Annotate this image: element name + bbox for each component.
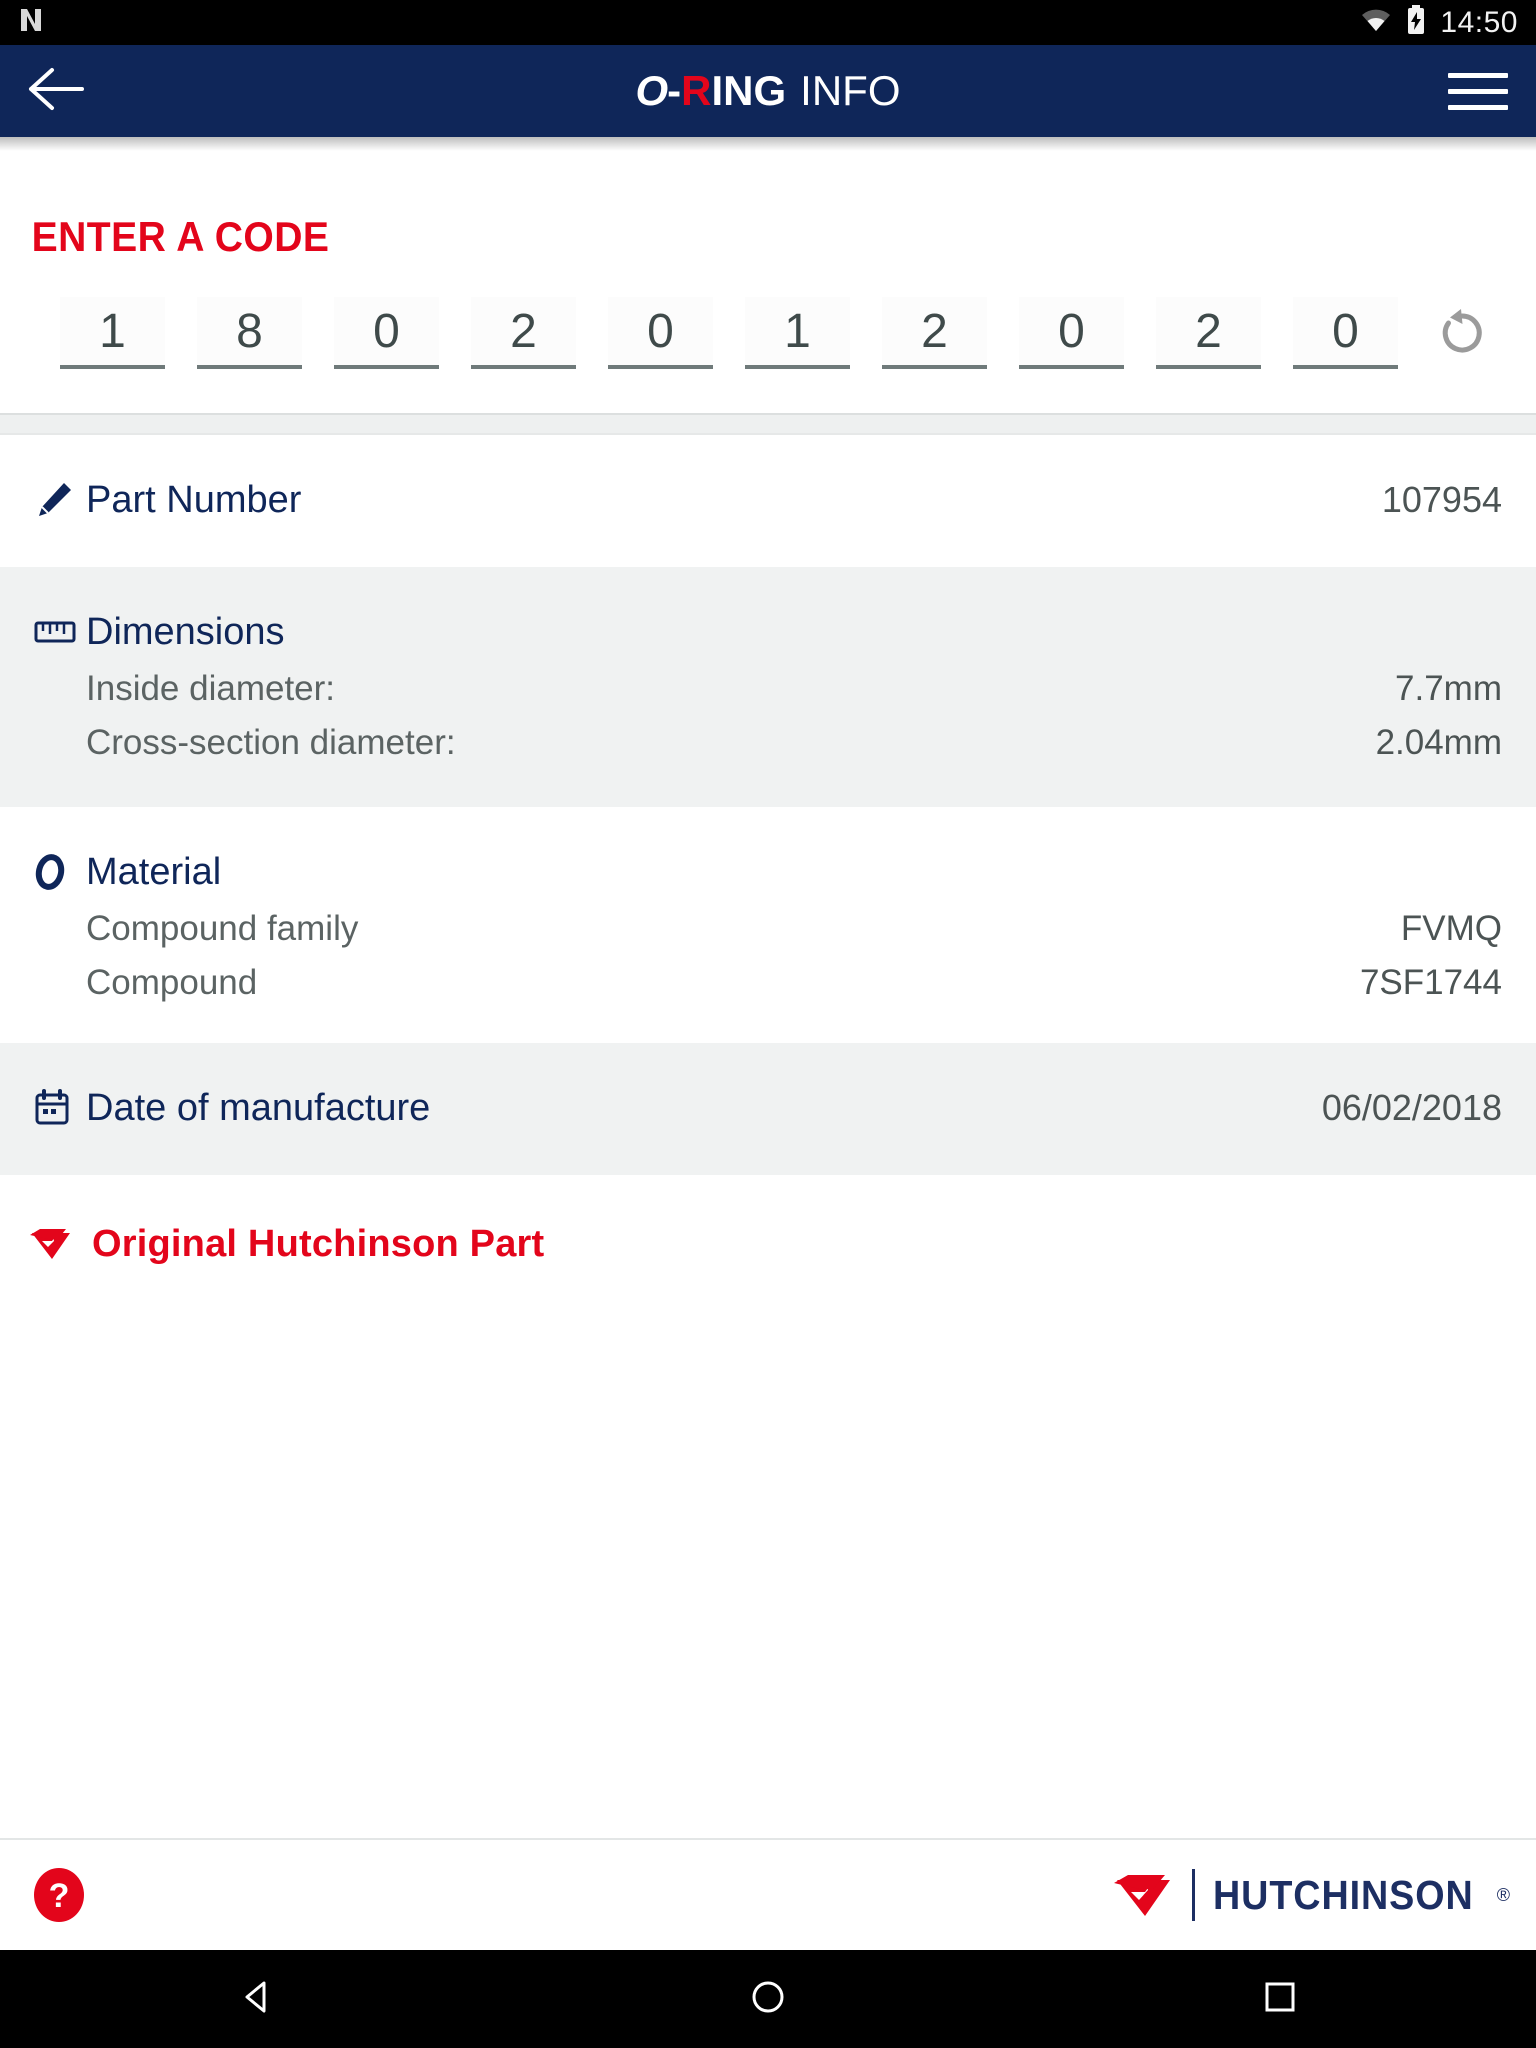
row-date-of-manufacture[interactable]: Date of manufacture 06/02/2018	[0, 1043, 1536, 1175]
hutchinson-mark-icon	[28, 1221, 76, 1268]
material-label: Material	[86, 851, 222, 893]
ruler-icon	[34, 609, 86, 655]
material-head: Material	[34, 807, 1502, 895]
app-title-ing: ING	[711, 67, 787, 114]
dimensions-label: Dimensions	[86, 611, 285, 653]
date-label: Date of manufacture	[86, 1087, 431, 1129]
brand-divider	[1192, 1869, 1196, 1921]
reset-code-button[interactable]	[1432, 305, 1492, 365]
row-part-number[interactable]: Part Number 107954	[0, 435, 1536, 567]
code-digit-row: 1 8 0 2 0 1 2 0 2 0	[0, 261, 1536, 369]
android-home-icon	[749, 1978, 787, 2021]
menu-bar-3	[1448, 104, 1508, 110]
code-digit-8[interactable]: 2	[1156, 297, 1261, 369]
svg-text:?: ?	[49, 1877, 70, 1915]
compound-family-value: FVMQ	[1400, 909, 1502, 948]
date-value: 06/02/2018	[1321, 1087, 1502, 1128]
code-digit-9[interactable]: 0	[1293, 297, 1398, 369]
app-title-info: INFO	[800, 67, 901, 114]
original-part-label: Original Hutchinson Part	[92, 1223, 545, 1265]
android-status-bar: 14:50	[0, 0, 1536, 45]
enter-code-section: ENTER A CODE 1 8 0 2 0 1 2 0 2 0	[0, 151, 1536, 435]
part-number-label: Part Number	[86, 479, 302, 521]
help-button[interactable]: ?	[30, 1866, 88, 1924]
code-digit-6[interactable]: 2	[882, 297, 987, 369]
code-digit-2[interactable]: 0	[334, 297, 439, 369]
row-material[interactable]: Material Compound family FVMQ Compound 7…	[0, 807, 1536, 1043]
brand-name: HUTCHINSON	[1213, 1871, 1475, 1918]
dimensions-head: Dimensions	[34, 567, 1502, 655]
material-item-0: Compound family FVMQ	[34, 895, 1502, 949]
inside-diameter-label: Inside diameter:	[86, 669, 336, 708]
android-nav-bar	[0, 1950, 1536, 2048]
android-back-button[interactable]	[166, 1950, 346, 2048]
app-root: 14:50 O - R ING INFO ENTER A CODE 1 8 0 …	[0, 0, 1536, 2048]
battery-charging-icon	[1406, 5, 1426, 40]
brand-registered-mark: ®	[1496, 1884, 1510, 1905]
reset-arrow-icon	[1434, 305, 1490, 366]
app-header: O - R ING INFO	[0, 45, 1536, 137]
row-dimensions[interactable]: Dimensions Inside diameter: 7.7mm Cross-…	[0, 567, 1536, 807]
status-bar-right: 14:50	[1360, 5, 1518, 40]
dimensions-item-1: Cross-section diameter: 2.04mm	[34, 709, 1502, 763]
back-arrow-icon	[28, 67, 84, 116]
code-digit-5[interactable]: 1	[745, 297, 850, 369]
part-number-value: 107954	[1381, 479, 1502, 520]
date-head: Date of manufacture 06/02/2018	[34, 1043, 1502, 1131]
main-content: ENTER A CODE 1 8 0 2 0 1 2 0 2 0 Part Nu…	[0, 151, 1536, 1838]
back-button[interactable]	[0, 45, 112, 137]
compound-family-label: Compound family	[86, 909, 359, 948]
android-home-button[interactable]	[678, 1950, 858, 2048]
hamburger-menu-icon[interactable]	[1420, 45, 1536, 137]
app-title-dash: -	[667, 67, 682, 114]
notification-icon	[18, 6, 44, 39]
compound-value: 7SF1744	[1359, 963, 1502, 1002]
android-recents-button[interactable]	[1190, 1950, 1370, 2048]
compound-label: Compound	[86, 963, 258, 1002]
cross-section-diameter-label: Cross-section diameter:	[86, 723, 456, 762]
pencil-edit-icon	[34, 477, 86, 523]
menu-bar-1	[1448, 72, 1508, 78]
code-digit-0[interactable]: 1	[60, 297, 165, 369]
app-footer: ? HUTCHINSON ®	[0, 1838, 1536, 1950]
material-item-1: Compound 7SF1744	[34, 949, 1502, 1003]
calendar-icon	[34, 1085, 86, 1131]
inside-diameter-value: 7.7mm	[1395, 669, 1502, 708]
app-title-r: R	[681, 67, 712, 114]
android-back-icon	[237, 1978, 275, 2021]
status-bar-clock: 14:50	[1440, 5, 1518, 39]
app-title-o: O	[635, 67, 668, 114]
menu-bar-2	[1448, 88, 1508, 94]
code-digit-3[interactable]: 2	[471, 297, 576, 369]
code-digit-4[interactable]: 0	[608, 297, 713, 369]
original-part-banner: Original Hutchinson Part	[0, 1175, 1536, 1268]
o-ring-icon	[34, 849, 86, 895]
cross-section-diameter-value: 2.04mm	[1375, 723, 1502, 762]
app-title: O - R ING INFO	[0, 45, 1536, 137]
header-shadow	[0, 137, 1536, 151]
code-digit-1[interactable]: 8	[197, 297, 302, 369]
enter-code-title: ENTER A CODE	[31, 213, 330, 260]
android-recents-icon	[1261, 1978, 1299, 2021]
wifi-icon	[1360, 7, 1392, 38]
help-question-icon: ?	[34, 1868, 84, 1922]
status-bar-left	[18, 6, 44, 39]
section-divider	[0, 413, 1536, 435]
dimensions-item-0: Inside diameter: 7.7mm	[34, 655, 1502, 709]
brand-lockup: HUTCHINSON ®	[1112, 1864, 1510, 1927]
hutchinson-mark-icon	[1112, 1864, 1178, 1927]
part-number-head: Part Number 107954	[34, 435, 1502, 523]
code-digit-7[interactable]: 0	[1019, 297, 1124, 369]
